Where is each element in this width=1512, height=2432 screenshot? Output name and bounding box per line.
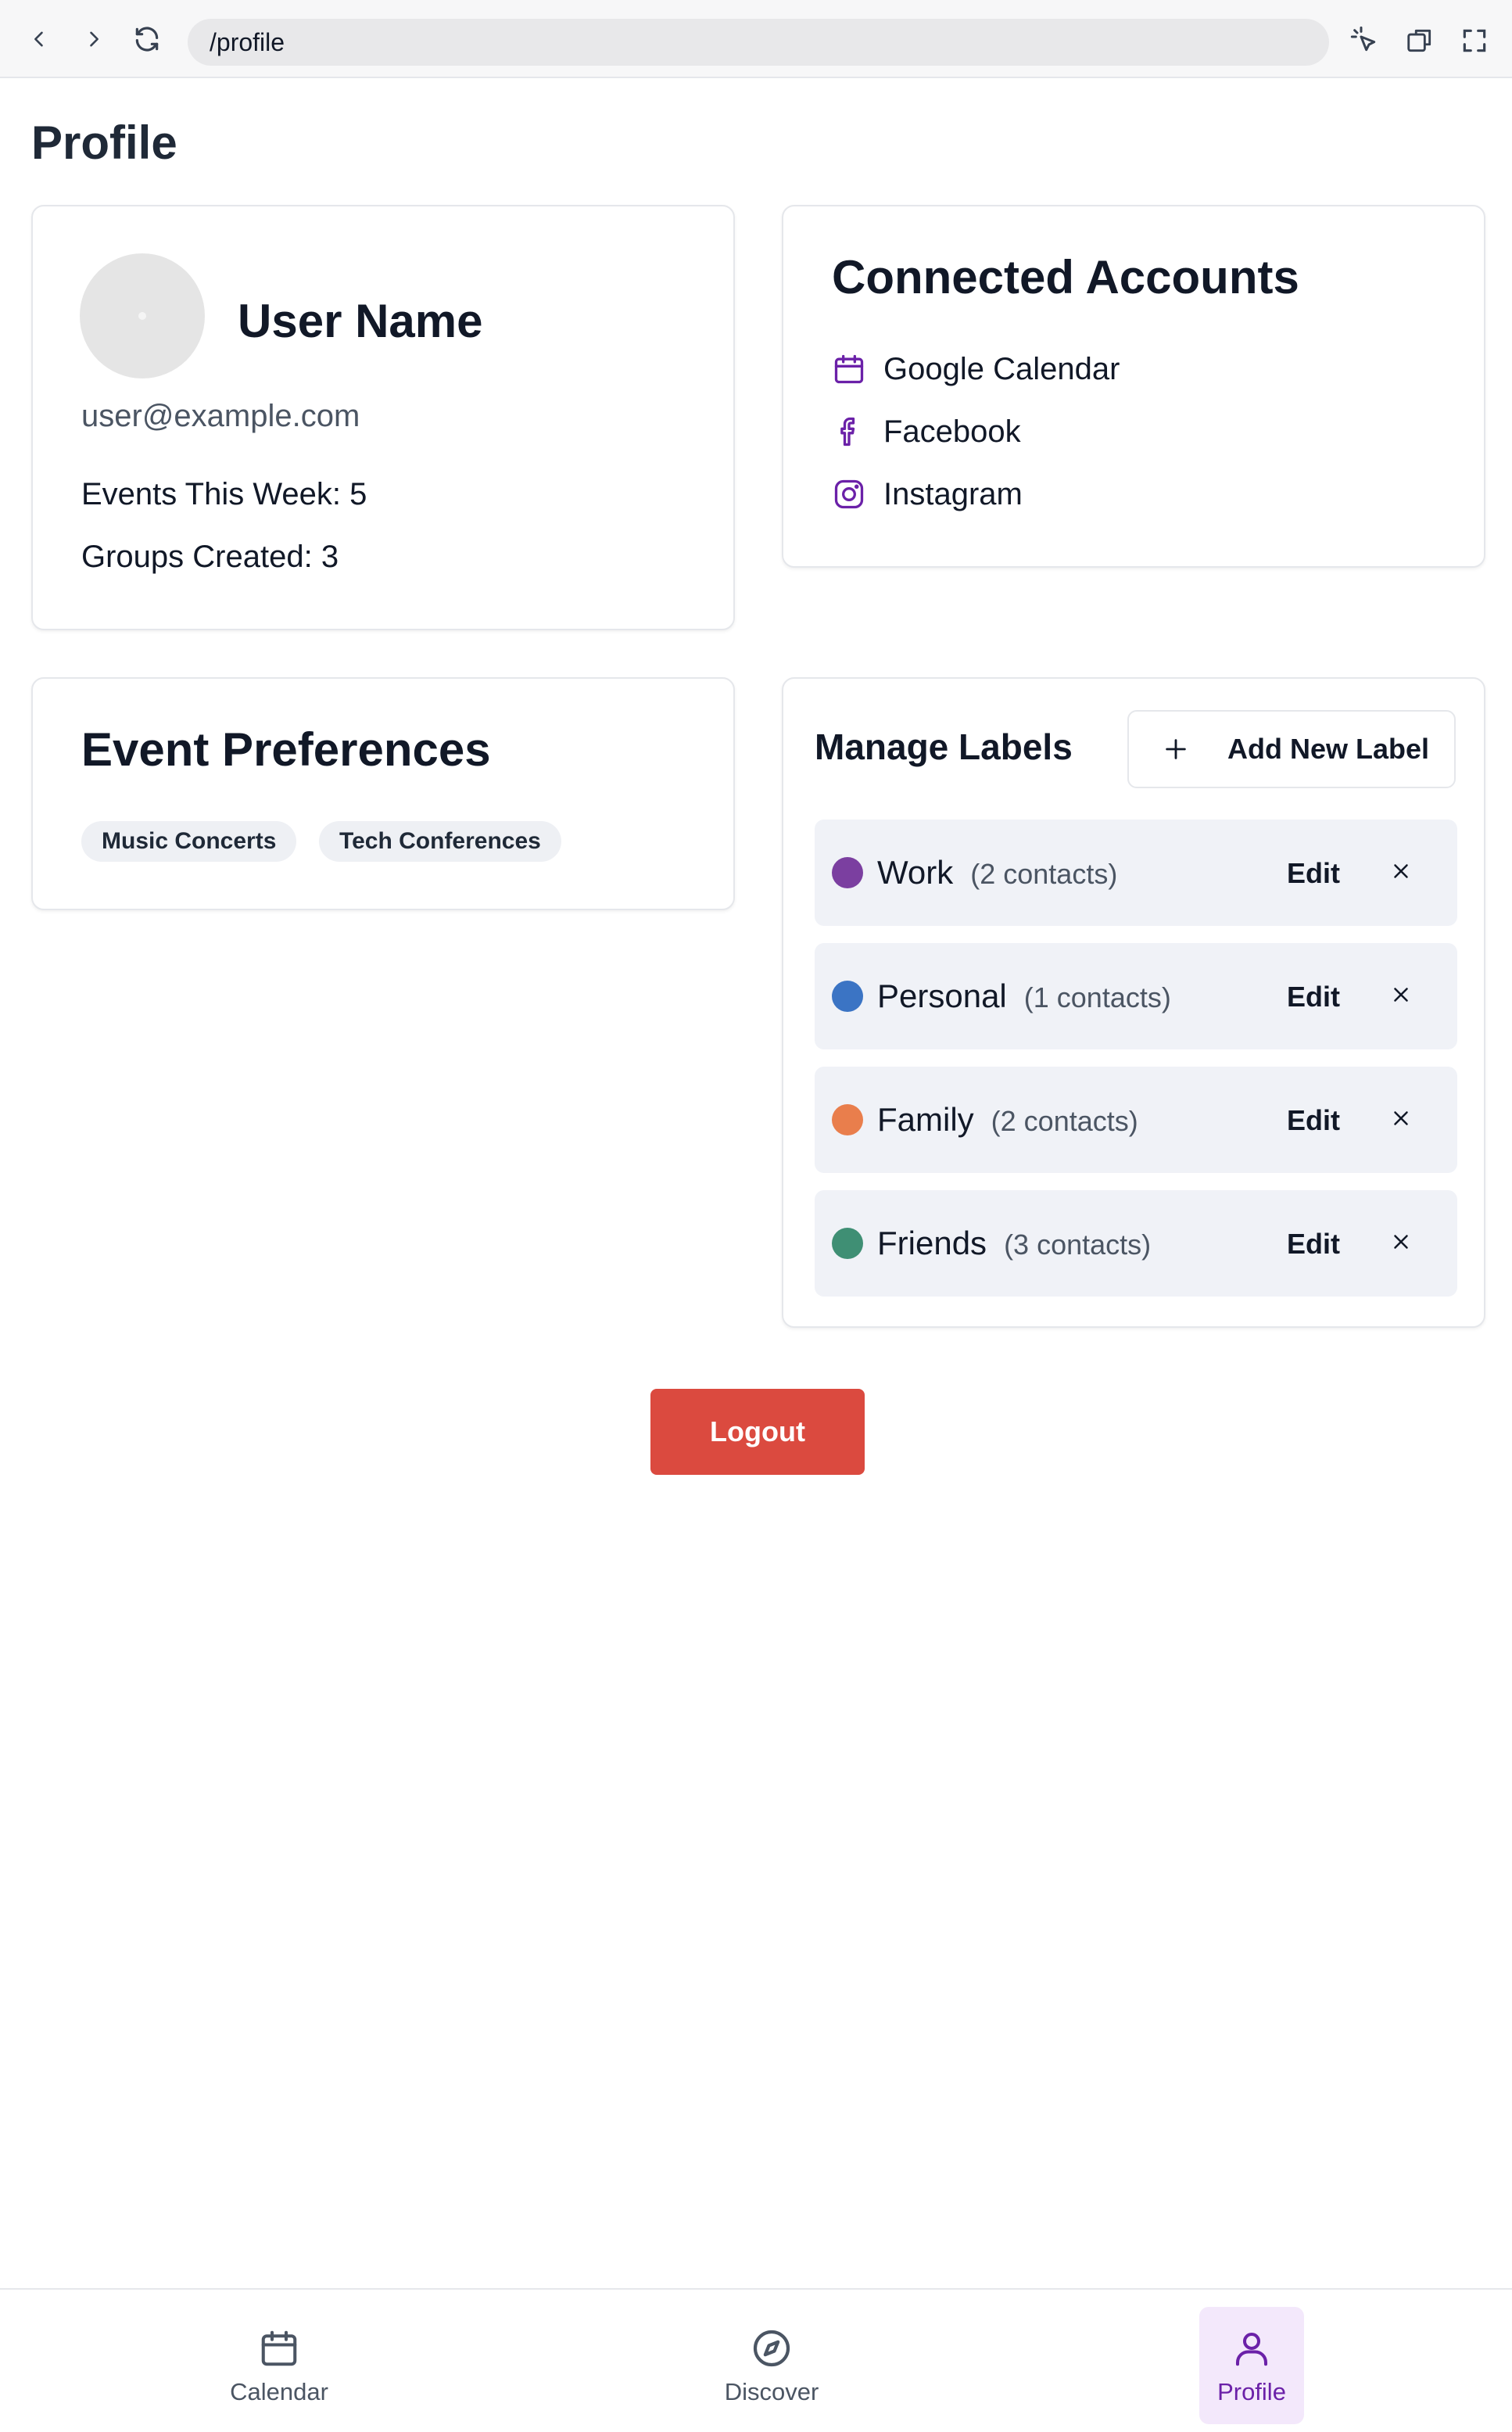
browser-toolbar: /profile bbox=[0, 0, 1512, 78]
forward-icon[interactable] bbox=[78, 23, 109, 55]
address-bar[interactable]: /profile bbox=[188, 19, 1329, 66]
label-count: (3 contacts) bbox=[1004, 1229, 1152, 1261]
account-facebook[interactable]: Facebook bbox=[830, 410, 1021, 454]
edit-label-button[interactable]: Edit bbox=[1287, 1104, 1340, 1137]
label-count: (2 contacts) bbox=[991, 1105, 1138, 1137]
label-color-swatch bbox=[832, 857, 863, 888]
label-name: Family (2 contacts) bbox=[877, 1101, 1138, 1138]
add-label-button[interactable]: Add New Label bbox=[1127, 710, 1456, 788]
manage-labels-card: Manage Labels Add New Label Work (2 conta… bbox=[782, 677, 1485, 1328]
account-google-calendar[interactable]: Google Calendar bbox=[830, 347, 1120, 391]
delete-label-icon[interactable] bbox=[1384, 977, 1418, 1012]
user-name: User Name bbox=[238, 295, 483, 347]
groups-created: Groups Created: 3 bbox=[81, 540, 339, 574]
calendar-icon bbox=[256, 2325, 303, 2372]
profile-card: User Name user@example.com Events This W… bbox=[31, 205, 735, 630]
manage-labels-title: Manage Labels bbox=[815, 726, 1073, 767]
account-label: Instagram bbox=[883, 476, 1023, 511]
delete-label-icon[interactable] bbox=[1384, 854, 1418, 888]
page-title: Profile bbox=[31, 117, 177, 169]
label-row-work: Work (2 contacts) Edit bbox=[815, 820, 1457, 926]
tab-label: Calendar bbox=[230, 2378, 328, 2405]
account-instagram[interactable]: Instagram bbox=[830, 472, 1023, 516]
url-text: /profile bbox=[210, 27, 285, 56]
delete-label-icon[interactable] bbox=[1384, 1101, 1418, 1135]
tab-discover[interactable]: Discover bbox=[719, 2307, 824, 2424]
account-label: Google Calendar bbox=[883, 351, 1120, 386]
add-label-text: Add New Label bbox=[1227, 733, 1430, 765]
edit-label-button[interactable]: Edit bbox=[1287, 981, 1340, 1013]
label-name: Work (2 contacts) bbox=[877, 854, 1118, 891]
logout-button[interactable]: Logout bbox=[650, 1389, 865, 1475]
event-preferences-card: Event Preferences Music Concerts Tech Co… bbox=[31, 677, 735, 910]
instagram-icon bbox=[830, 475, 868, 513]
label-count: (1 contacts) bbox=[1023, 981, 1171, 1013]
fullscreen-icon[interactable] bbox=[1457, 23, 1492, 58]
label-row-personal: Personal (1 contacts) Edit bbox=[815, 943, 1457, 1049]
back-icon[interactable] bbox=[23, 23, 55, 55]
label-row-family: Family (2 contacts) Edit bbox=[815, 1067, 1457, 1173]
edit-label-button[interactable]: Edit bbox=[1287, 1228, 1340, 1261]
avatar[interactable] bbox=[80, 253, 205, 378]
bottom-nav: Calendar Discover Profile bbox=[0, 2288, 1512, 2432]
tab-label: Discover bbox=[724, 2378, 819, 2405]
preference-tag[interactable]: Tech Conferences bbox=[319, 821, 561, 862]
tab-label: Profile bbox=[1217, 2378, 1286, 2405]
events-this-week: Events This Week: 5 bbox=[81, 477, 367, 511]
event-preferences-title: Event Preferences bbox=[81, 723, 491, 776]
edit-label-button[interactable]: Edit bbox=[1287, 857, 1340, 890]
account-label: Facebook bbox=[883, 414, 1021, 449]
label-name: Personal (1 contacts) bbox=[877, 977, 1171, 1014]
window-icon[interactable] bbox=[1403, 23, 1437, 58]
calendar-icon bbox=[830, 350, 868, 388]
label-name: Friends (3 contacts) bbox=[877, 1225, 1152, 1261]
connected-accounts-title: Connected Accounts bbox=[832, 251, 1299, 303]
user-icon bbox=[1228, 2325, 1275, 2372]
delete-label-icon[interactable] bbox=[1384, 1225, 1418, 1259]
connected-accounts-card: Connected Accounts Google Calendar Faceb… bbox=[782, 205, 1485, 568]
plus-icon bbox=[1160, 734, 1191, 765]
preference-tag[interactable]: Music Concerts bbox=[81, 821, 297, 862]
reload-icon[interactable] bbox=[131, 23, 163, 55]
facebook-icon bbox=[830, 413, 868, 450]
label-count: (2 contacts) bbox=[970, 858, 1118, 890]
pointer-select-icon[interactable] bbox=[1348, 23, 1382, 58]
label-color-swatch bbox=[832, 1228, 863, 1259]
label-color-swatch bbox=[832, 1104, 863, 1135]
tab-profile[interactable]: Profile bbox=[1199, 2307, 1304, 2424]
user-email: user@example.com bbox=[81, 399, 360, 433]
compass-icon bbox=[748, 2325, 795, 2372]
label-row-friends: Friends (3 contacts) Edit bbox=[815, 1190, 1457, 1297]
tab-calendar[interactable]: Calendar bbox=[227, 2307, 331, 2424]
label-color-swatch bbox=[832, 981, 863, 1012]
